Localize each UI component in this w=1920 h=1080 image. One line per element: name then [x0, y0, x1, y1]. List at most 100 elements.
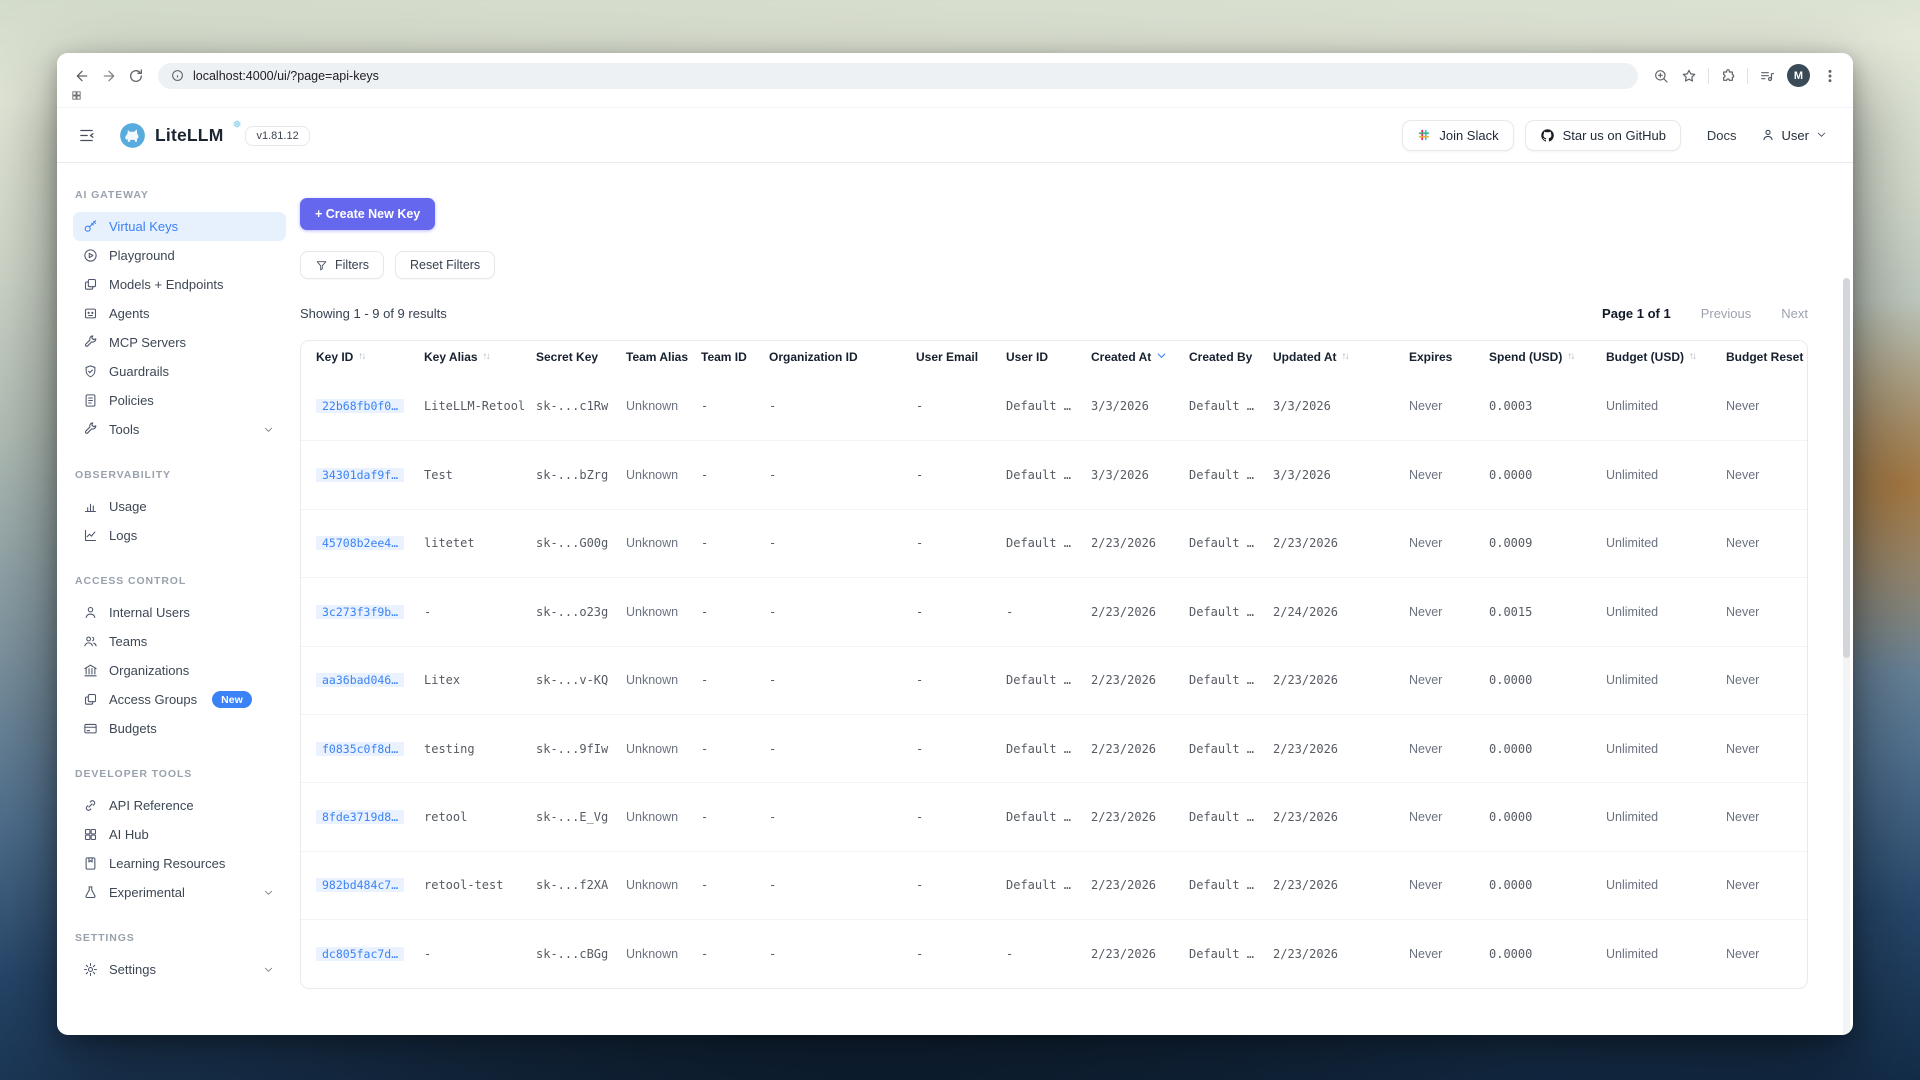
- next-page-button[interactable]: Next: [1781, 306, 1808, 321]
- cell-budget_reset: Never: [1726, 742, 1807, 756]
- sidebar-item-access-groups[interactable]: Access GroupsNew: [73, 685, 286, 714]
- sidebar-item-agents[interactable]: Agents: [73, 299, 286, 328]
- key-id-link[interactable]: 34301daf9f…: [316, 468, 404, 482]
- bookmark-button[interactable]: [1676, 64, 1702, 88]
- sidebar-item-models-endpoints[interactable]: Models + Endpoints: [73, 270, 286, 299]
- sidebar-item-api-reference[interactable]: API Reference: [73, 791, 286, 820]
- cell-expires: Never: [1409, 605, 1489, 619]
- apps-grid-icon[interactable]: [71, 88, 82, 106]
- sidebar-item-experimental[interactable]: Experimental: [73, 878, 286, 907]
- docs-link[interactable]: Docs: [1707, 128, 1737, 143]
- scrollbar[interactable]: [1843, 278, 1850, 1035]
- column-header-org_id[interactable]: Organization ID: [769, 350, 916, 364]
- back-button[interactable]: [69, 63, 94, 88]
- cell-created_at: 2/23/2026: [1091, 536, 1189, 550]
- column-header-team_id[interactable]: Team ID: [701, 350, 769, 364]
- cell-updated_at: 3/3/2026: [1273, 468, 1409, 482]
- cell-budget_reset: Never: [1726, 399, 1807, 413]
- cell-created_by: Default …: [1189, 399, 1273, 413]
- filters-button[interactable]: Filters: [300, 251, 384, 279]
- litellm-logo: [119, 122, 146, 149]
- sidebar-item-learning-resources[interactable]: Learning Resources: [73, 849, 286, 878]
- user-menu[interactable]: User: [1761, 128, 1827, 143]
- cell-user_email: -: [916, 810, 1006, 824]
- column-header-created_at[interactable]: Created At: [1091, 350, 1189, 364]
- cell-org_id: -: [769, 878, 916, 892]
- zoom-button[interactable]: [1648, 64, 1674, 88]
- cell-key_alias: -: [424, 605, 536, 619]
- column-header-budget[interactable]: Budget (USD)↑↓: [1606, 350, 1726, 364]
- key-id-link[interactable]: dc805fac7d…: [316, 947, 404, 961]
- cell-user_email: -: [916, 947, 1006, 961]
- forward-button[interactable]: [96, 63, 121, 88]
- key-id-link[interactable]: aa36bad046…: [316, 673, 404, 687]
- sidebar-section-heading: OBSERVABILITY: [75, 469, 286, 481]
- column-header-key_id[interactable]: Key ID↑↓: [316, 350, 424, 364]
- sidebar-item-teams[interactable]: Teams: [73, 627, 286, 656]
- cell-spend: 0.0015: [1489, 605, 1606, 619]
- column-header-spend[interactable]: Spend (USD)↑↓: [1489, 350, 1606, 364]
- cell-budget: Unlimited: [1606, 399, 1726, 413]
- column-header-user_id[interactable]: User ID: [1006, 350, 1091, 364]
- cell-created_at: 2/23/2026: [1091, 605, 1189, 619]
- sidebar-collapse-button[interactable]: [73, 122, 99, 148]
- cell-user_id: Default …: [1006, 810, 1091, 824]
- cell-team_alias: Unknown: [626, 399, 701, 413]
- key-id-link[interactable]: 8fde3719d8…: [316, 810, 404, 824]
- profile-avatar[interactable]: M: [1787, 64, 1810, 87]
- extensions-button[interactable]: [1715, 64, 1741, 88]
- sidebar-item-settings[interactable]: Settings: [73, 955, 286, 984]
- column-header-budget_reset[interactable]: Budget Reset: [1726, 350, 1807, 364]
- collapse-sidebar-icon: [78, 127, 95, 144]
- sidebar-item-policies[interactable]: Policies: [73, 386, 286, 415]
- cell-spend: 0.0009: [1489, 536, 1606, 550]
- sidebar-item-label: Experimental: [109, 885, 185, 900]
- create-new-key-button[interactable]: + Create New Key: [300, 198, 435, 230]
- sidebar-item-label: Learning Resources: [109, 856, 225, 871]
- cell-updated_at: 2/23/2026: [1273, 878, 1409, 892]
- column-header-updated_at[interactable]: Updated At↑↓: [1273, 350, 1409, 364]
- sidebar-item-mcp-servers[interactable]: MCP Servers: [73, 328, 286, 357]
- browser-menu-button[interactable]: [1817, 64, 1843, 88]
- table-row: 45708b2ee4…litetetsk-...G00gUnknown---De…: [301, 509, 1807, 577]
- cell-created_at: 2/23/2026: [1091, 878, 1189, 892]
- sidebar-item-tools[interactable]: Tools: [73, 415, 286, 444]
- reload-button[interactable]: [123, 63, 148, 88]
- column-header-secret_key[interactable]: Secret Key: [536, 350, 626, 364]
- sidebar-item-usage[interactable]: Usage: [73, 492, 286, 521]
- sidebar-item-ai-hub[interactable]: AI Hub: [73, 820, 286, 849]
- sidebar-item-internal-users[interactable]: Internal Users: [73, 598, 286, 627]
- column-header-team_alias[interactable]: Team Alias: [626, 350, 701, 364]
- key-id-link[interactable]: f0835c0f8d…: [316, 742, 404, 756]
- address-bar[interactable]: localhost:4000/ui/?page=api-keys: [158, 63, 1638, 89]
- previous-page-button[interactable]: Previous: [1701, 306, 1752, 321]
- media-controls-button[interactable]: [1754, 64, 1780, 88]
- column-header-key_alias[interactable]: Key Alias↑↓: [424, 350, 536, 364]
- column-header-expires[interactable]: Expires: [1409, 350, 1489, 364]
- sidebar-item-budgets[interactable]: Budgets: [73, 714, 286, 743]
- cell-user_email: -: [916, 399, 1006, 413]
- key-id-link[interactable]: 45708b2ee4…: [316, 536, 404, 550]
- join-slack-button[interactable]: Join Slack: [1402, 120, 1513, 151]
- sidebar-item-guardrails[interactable]: Guardrails: [73, 357, 286, 386]
- cell-org_id: -: [769, 673, 916, 687]
- sidebar-item-virtual-keys[interactable]: Virtual Keys: [73, 212, 286, 241]
- key-id-link[interactable]: 22b68fb0f0…: [316, 399, 404, 413]
- reset-filters-button[interactable]: Reset Filters: [395, 251, 495, 279]
- column-header-created_by[interactable]: Created By: [1189, 350, 1273, 364]
- cell-budget_reset: Never: [1726, 947, 1807, 961]
- cell-team_id: -: [701, 468, 769, 482]
- sidebar-item-organizations[interactable]: Organizations: [73, 656, 286, 685]
- cell-budget: Unlimited: [1606, 605, 1726, 619]
- key-id-link[interactable]: 982bd484c7…: [316, 878, 404, 892]
- star-github-button[interactable]: Star us on GitHub: [1525, 120, 1681, 151]
- column-header-user_email[interactable]: User Email: [916, 350, 1006, 364]
- sort-icon: ↑↓: [1567, 351, 1574, 362]
- cell-key_id: 34301daf9f…: [316, 468, 424, 482]
- sidebar-item-playground[interactable]: Playground: [73, 241, 286, 270]
- sidebar-item-logs[interactable]: Logs: [73, 521, 286, 550]
- bar-chart-icon: [83, 499, 98, 514]
- cell-key_alias: retool-test: [424, 878, 536, 892]
- key-id-link[interactable]: 3c273f3f9b…: [316, 605, 404, 619]
- cell-org_id: -: [769, 536, 916, 550]
